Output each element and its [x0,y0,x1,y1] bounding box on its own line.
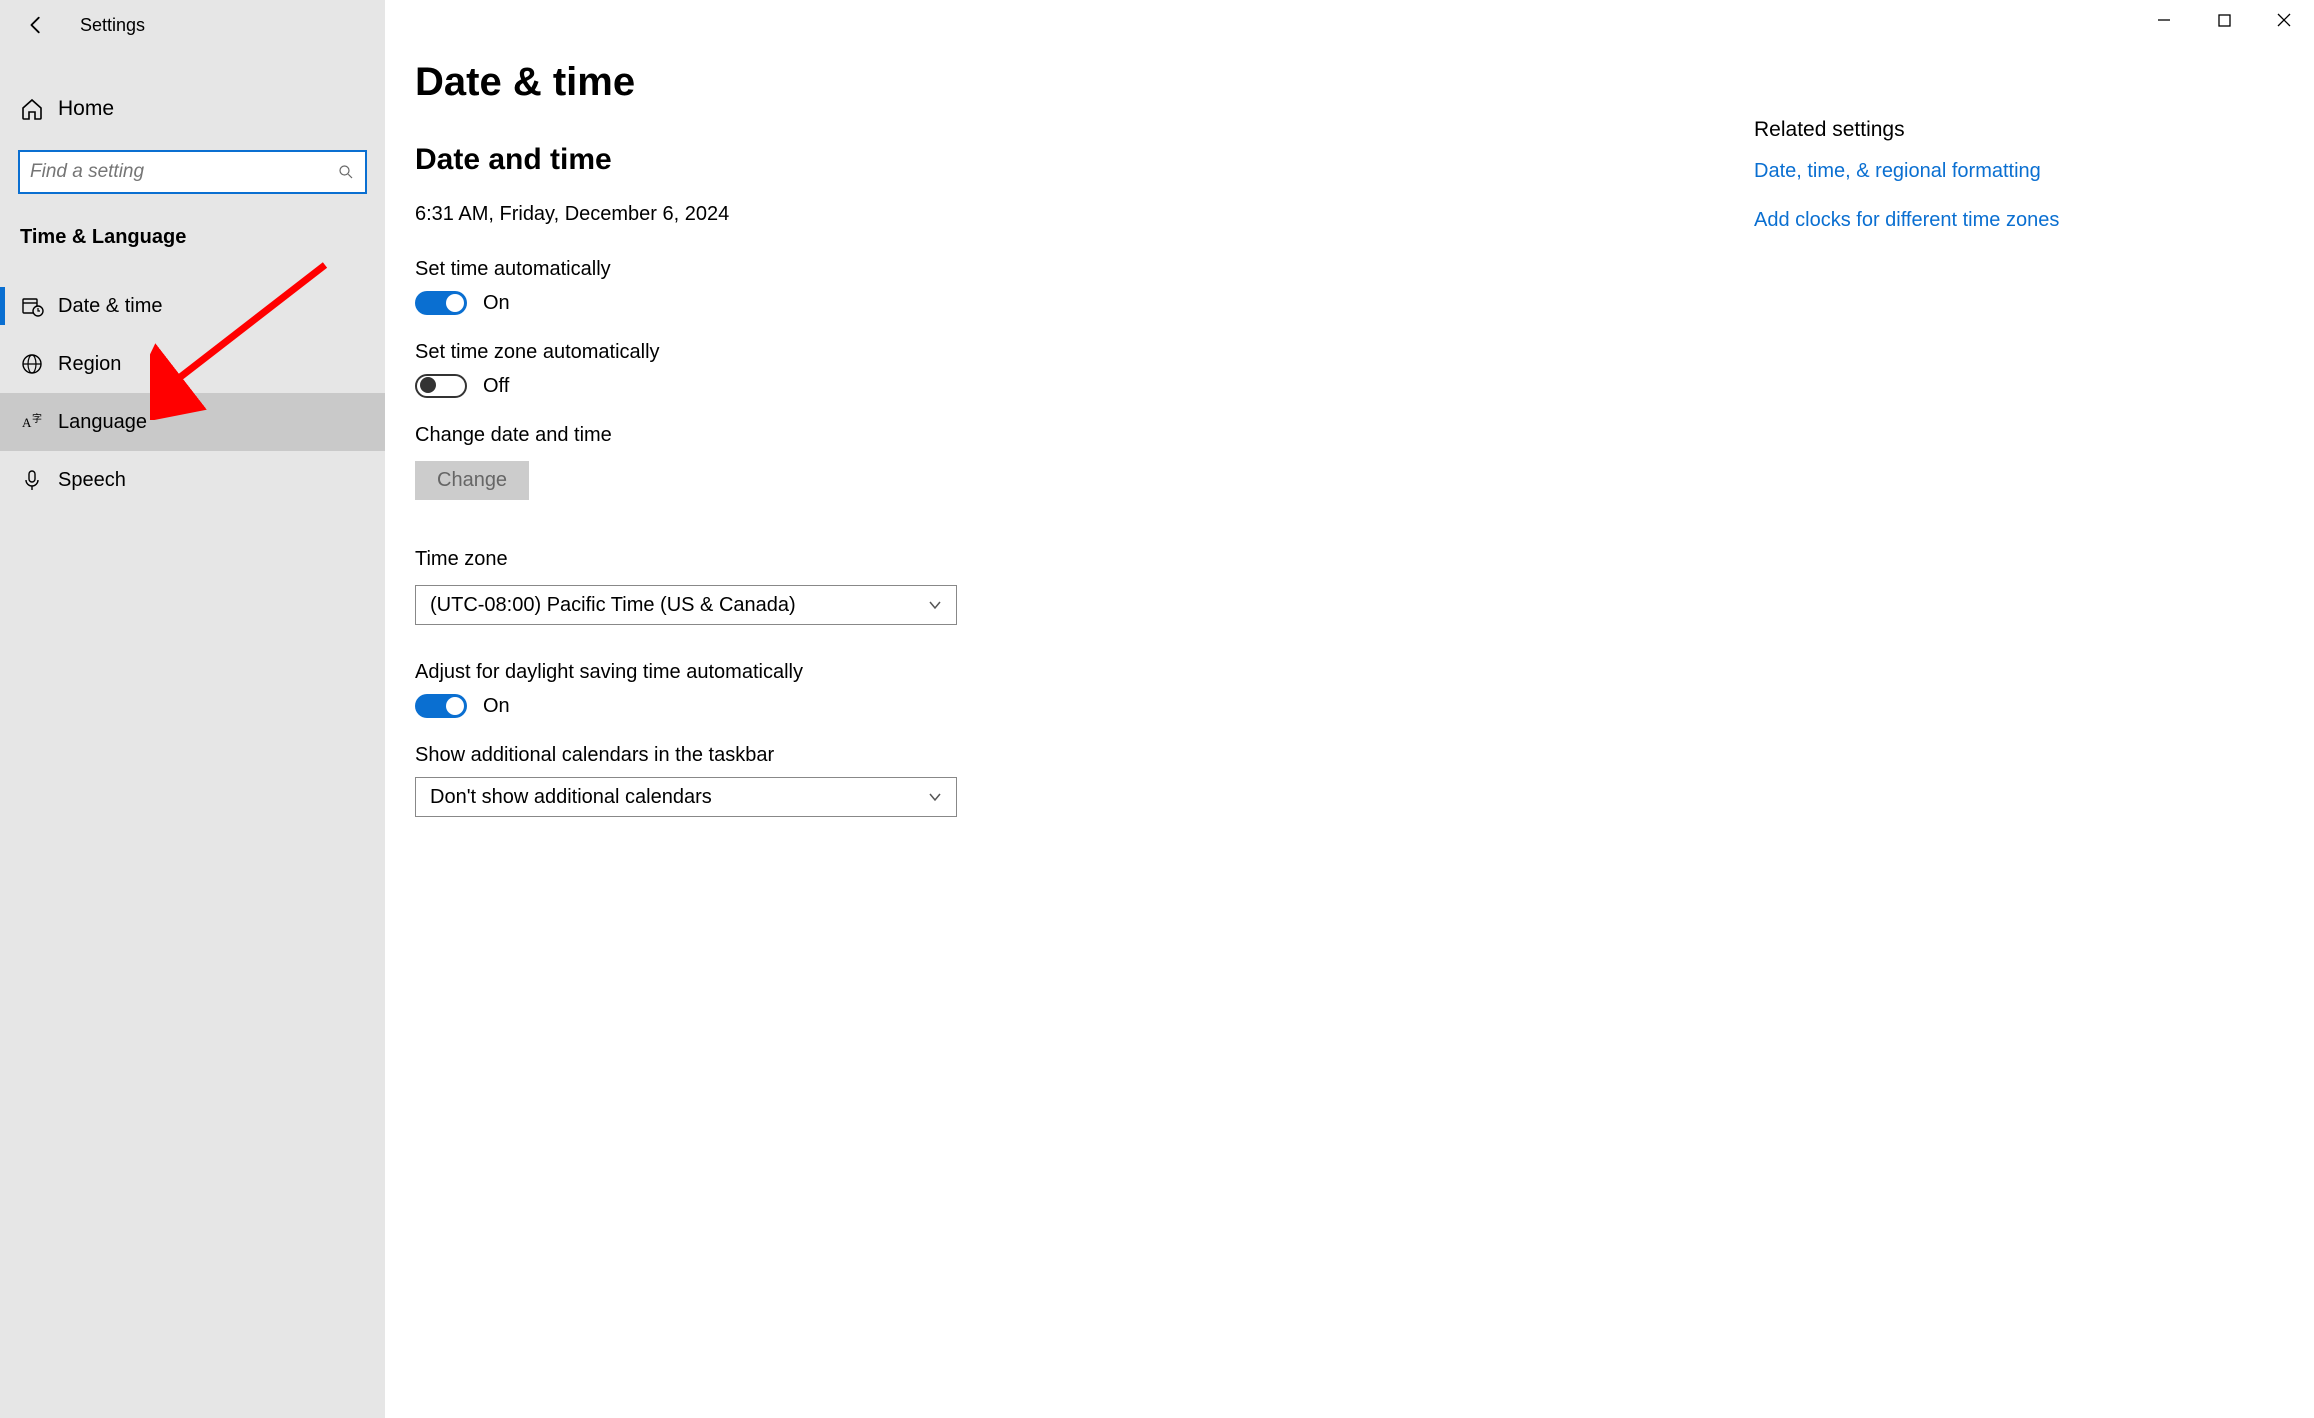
add-cal-value: Don't show additional calendars [430,786,712,809]
minimize-button[interactable] [2134,0,2194,40]
set-tz-auto-row: Off [415,374,1085,398]
close-button[interactable] [2254,0,2314,40]
calendar-clock-icon [20,294,44,318]
sidebar-item-label: Language [58,411,147,434]
search-wrap [0,138,385,194]
home-nav[interactable]: Home [0,80,385,138]
main-pane: Date & time Date and time 6:31 AM, Frida… [385,0,2314,1418]
set-time-auto-row: On [415,291,1085,315]
search-input[interactable] [30,161,337,183]
dst-row: On [415,694,1085,718]
rail-title: Related settings [1754,118,2174,142]
dst-state: On [483,695,510,718]
close-icon [2277,13,2291,27]
set-tz-auto-toggle[interactable] [415,374,467,398]
svg-text:A: A [22,415,32,430]
microphone-icon [20,468,44,492]
set-tz-auto-label: Set time zone automatically [415,341,1085,364]
window-title: Settings [80,15,145,36]
sidebar-item-label: Date & time [58,295,162,318]
change-button: Change [415,461,529,500]
set-time-auto-toggle[interactable] [415,291,467,315]
dst-toggle[interactable] [415,694,467,718]
page-title: Date & time [415,60,1085,105]
set-tz-auto-state: Off [483,375,509,398]
globe-icon [20,352,44,376]
home-icon [20,97,44,121]
search-box[interactable] [18,150,367,194]
back-button[interactable] [20,9,52,41]
add-cal-select[interactable]: Don't show additional calendars [415,777,957,817]
add-cal-label: Show additional calendars in the taskbar [415,744,1085,767]
content-column: Date & time Date and time 6:31 AM, Frida… [385,0,1085,817]
maximize-button[interactable] [2194,0,2254,40]
chevron-down-icon [928,790,942,804]
set-time-auto-state: On [483,292,510,315]
sidebar-item-label: Region [58,353,121,376]
svg-text:字: 字 [32,412,42,425]
sidebar-item-date-time[interactable]: Date & time [0,277,385,335]
right-rail: Related settings Date, time, & regional … [1754,118,2174,258]
search-icon [337,163,355,181]
dst-label: Adjust for daylight saving time automati… [415,661,1085,684]
arrow-left-icon [25,14,47,36]
sidebar: Settings Home Time & Language Date & tim… [0,0,385,1418]
sidebar-item-speech[interactable]: Speech [0,451,385,509]
section-title: Date and time [415,143,1085,177]
timezone-select[interactable]: (UTC-08:00) Pacific Time (US & Canada) [415,585,957,625]
rail-link-formatting[interactable]: Date, time, & regional formatting [1754,160,2174,183]
timezone-value: (UTC-08:00) Pacific Time (US & Canada) [430,594,796,617]
sidebar-item-language[interactable]: A 字 Language [0,393,385,451]
chevron-down-icon [928,598,942,612]
set-time-auto-label: Set time automatically [415,258,1085,281]
category-title: Time & Language [0,194,385,249]
rail-link-clocks[interactable]: Add clocks for different time zones [1754,209,2174,232]
home-label: Home [58,97,114,121]
sidebar-nav: Date & time Region A 字 Language Speec [0,277,385,509]
sidebar-header: Settings [0,0,385,50]
window-controls [2134,0,2314,40]
timezone-label: Time zone [415,548,1085,571]
sidebar-item-region[interactable]: Region [0,335,385,393]
current-datetime: 6:31 AM, Friday, December 6, 2024 [415,203,1085,226]
maximize-icon [2218,14,2231,27]
change-dt-label: Change date and time [415,424,1085,447]
language-icon: A 字 [20,410,44,434]
sidebar-item-label: Speech [58,469,126,492]
minimize-icon [2157,13,2171,27]
